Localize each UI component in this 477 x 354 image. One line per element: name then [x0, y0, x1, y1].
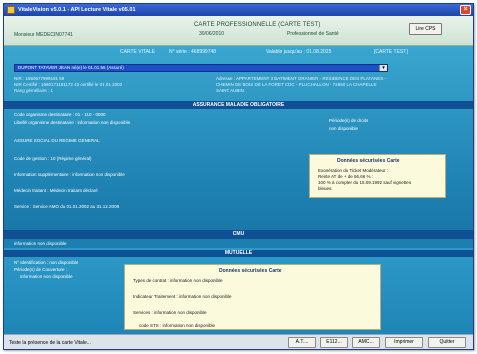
cps-header: Monsieur MEDECIN07741 CARTE PROFESSIONNE… — [4, 16, 473, 46]
mutuelle-sts: code STS : information non disponible — [139, 323, 216, 328]
beneficiary-selected: DUPONT TATAVER JEAN né(e) le 01.01.55 (A… — [18, 65, 124, 70]
mutuelle-section: MUTUELLE N° Identification : non disponi… — [4, 248, 473, 334]
application-window: VitaleVision v5.0.1 - API Lecture Vitale… — [3, 3, 474, 350]
nir-text: NIR : 1550677999181 59 — [14, 76, 65, 81]
amo-libelle-org: Libellé organisme destinataire : informa… — [14, 120, 131, 125]
amo-gestion: Code de gestion : 10 (Régime général) — [14, 156, 92, 161]
mutuelle-coverage-value: information non disponible — [20, 274, 73, 279]
cps-card-title: CARTE PROFESSIONNELLE (CARTE TEST) — [194, 22, 321, 28]
amc-button[interactable]: AMC... — [352, 337, 380, 348]
secure-card-line-2: Rente AT de + de 66,66 % : — [318, 174, 373, 179]
amo-code-org: Code organisme destinataire : 01 - 110 -… — [14, 112, 106, 117]
secure-card-line-4: bleues. — [318, 186, 333, 191]
amo-info-supp: Information supplémentaire : information… — [14, 172, 125, 177]
amo-continuation: Service : Service AMO du 01.01.2002 au 3… — [4, 198, 473, 230]
cps-date: 30/06/2010 — [199, 31, 225, 37]
e112-button[interactable]: E112... — [320, 337, 348, 348]
mutuelle-secure-title: Données sécurisées Carte — [219, 268, 282, 274]
footer-bar: Teste la présence de la carte Vitale... … — [4, 334, 473, 349]
secure-card-title: Données sécurisées Carte — [337, 158, 400, 164]
beneficiary-select[interactable]: DUPONT TATAVER JEAN né(e) le 01.01.55 (A… — [14, 64, 388, 72]
amo-section-header: ASSURANCE MALADIE OBLIGATOIRE — [4, 101, 473, 109]
secure-data-card-box: Données sécurisées Carte Exonération du … — [309, 154, 446, 198]
at-button[interactable]: A.T.... — [288, 337, 316, 348]
rank-text: Rang géméllaire : 1 — [14, 88, 54, 93]
vitale-serial: N° série : 468999748 — [169, 49, 217, 55]
nir-certified-text: NIR Certifié : 1680171181172 43 certifié… — [14, 82, 123, 87]
mutuelle-section-header: MUTUELLE — [4, 250, 473, 257]
app-icon — [7, 6, 15, 14]
vitale-label: CARTE VITALE — [120, 49, 156, 55]
amo-service: Service : Service AMO du 01.01.2002 au 3… — [14, 204, 120, 209]
cmu-section-header: CMU — [4, 230, 473, 238]
read-cps-button[interactable]: Lire CPS — [409, 23, 442, 35]
amo-periode-label: Période(s) de droits — [329, 118, 369, 123]
address-line-3: SAINT AUBIN — [216, 88, 244, 93]
cmu-band: information non disponible — [4, 238, 473, 248]
close-button[interactable]: × — [460, 5, 471, 15]
window-title: VitaleVision v5.0.1 - API Lecture Vitale… — [18, 7, 136, 13]
title-bar: VitaleVision v5.0.1 - API Lecture Vitale… — [4, 4, 473, 16]
mutuelle-services: Services : information non disponible — [133, 310, 207, 315]
cmu-zone: Service : Service AMO du 01.01.2002 au 3… — [4, 198, 473, 248]
chevron-down-icon[interactable]: ▼ — [379, 65, 387, 71]
cmu-text: information non disponible — [14, 241, 67, 246]
vitale-test-tag: [CARTE TEST] — [374, 49, 408, 55]
address-line-2: CHEMIN DE BOIS DE LA FORET CDC - PLUCHAL… — [216, 82, 377, 87]
mutuelle-contract: Types de contrat : information non dispo… — [133, 278, 223, 283]
vitale-section: CARTE VITALE N° série : 468999748 Valabl… — [4, 46, 473, 198]
amo-regime: ASSURE SOCIAL DU REGIME GENERAL — [14, 138, 100, 143]
mutuelle-coverage-label: Période(s) de Couverture : — [14, 267, 68, 272]
mutuelle-secure-box: Données sécurisées Carte Types de contra… — [124, 264, 381, 330]
vitale-validity: Valable jusqu'au : 01.08.2025 — [266, 49, 332, 55]
status-text: Teste la présence de la carte Vitale... — [9, 340, 91, 346]
secure-card-line-3: 100 % à compter du 15.09.1992 sauf vigne… — [318, 180, 412, 185]
mutuelle-id: N° Identification : non disponible — [14, 260, 79, 265]
cps-profession: Professionnel de Santé — [287, 31, 339, 37]
print-button[interactable]: Imprimer — [385, 337, 423, 348]
mutuelle-indicator: Indicateur Traitement : information non … — [133, 294, 232, 299]
secure-card-line-1: Exonération du Ticket Modérateur : — [318, 168, 389, 173]
address-line-1: Adresse : APPARTEMENT 3 BATIMENT GRANIER… — [216, 76, 386, 81]
amo-periode-value: non disponible — [329, 126, 359, 131]
quit-button[interactable]: Quitter — [428, 337, 466, 348]
practitioner-name: Monsieur MEDECIN07741 — [14, 32, 73, 38]
amo-medecin: Médecin traitant : Médecin traitant décl… — [14, 188, 98, 193]
vitale-strip: CARTE VITALE N° série : 468999748 Valabl… — [4, 46, 473, 58]
